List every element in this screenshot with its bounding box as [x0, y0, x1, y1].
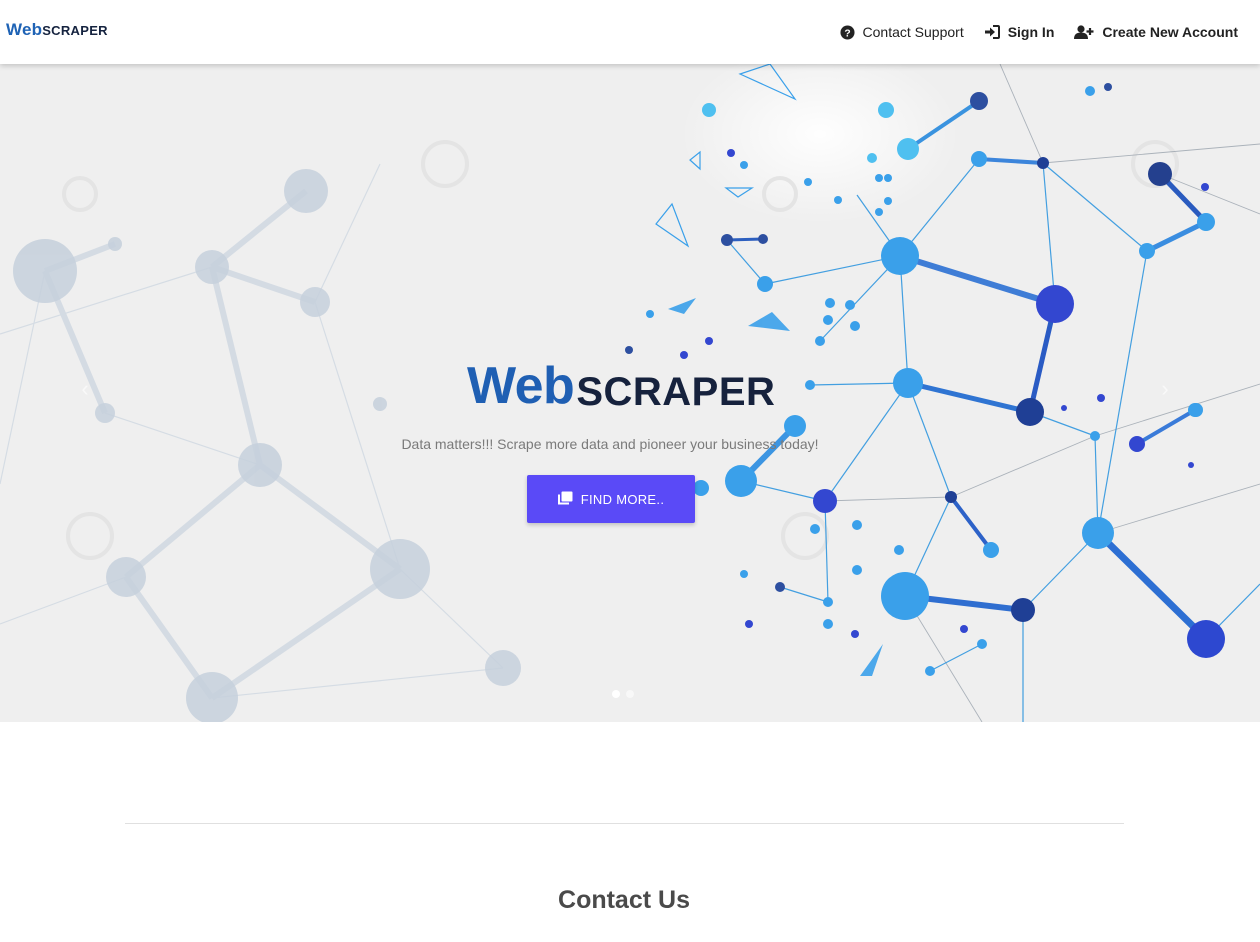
hero-tagline: Data matters!!! Scrape more data and pio…: [401, 436, 819, 452]
hero-logo: Web SCRAPER: [467, 354, 775, 415]
brand-logo[interactable]: Web SCRAPER: [6, 20, 108, 44]
carousel-indicator-2[interactable]: [626, 690, 634, 698]
carousel-indicator-1[interactable]: [612, 690, 620, 698]
section-divider: [125, 823, 1124, 824]
hero-logo-web: Web: [467, 357, 575, 415]
user-plus-icon: [1074, 24, 1094, 40]
top-navbar: Web SCRAPER ? Contact Support Sign In Cre…: [0, 0, 1260, 64]
contact-support-label: Contact Support: [862, 24, 964, 40]
hero-logo-scraper: SCRAPER: [576, 370, 776, 414]
chevron-left-icon: ‹: [81, 376, 89, 401]
find-more-label: FIND MORE..: [580, 491, 665, 507]
sign-in-label: Sign In: [1007, 24, 1055, 40]
brand-logo-web: Web: [6, 20, 43, 39]
sign-in-link[interactable]: Sign In: [984, 24, 1055, 40]
create-account-label: Create New Account: [1102, 24, 1238, 40]
svg-text:?: ?: [844, 28, 850, 39]
find-more-button[interactable]: FIND MORE..: [527, 475, 695, 523]
create-account-link[interactable]: Create New Account: [1074, 24, 1238, 40]
brand-logo-scraper: SCRAPER: [42, 23, 108, 38]
nav-links: ? Contact Support Sign In Create New Acc…: [840, 0, 1238, 64]
chevron-right-icon: ›: [1161, 376, 1169, 401]
clone-icon: [557, 491, 573, 508]
question-circle-icon: ?: [840, 24, 855, 40]
carousel-next-button[interactable]: ›: [1150, 374, 1180, 404]
sign-in-icon: [984, 25, 1000, 39]
contact-support-link[interactable]: ? Contact Support: [840, 24, 964, 40]
carousel-prev-button[interactable]: ‹: [70, 374, 100, 404]
contact-section-title: Contact Us: [558, 886, 690, 914]
hero-carousel: ‹ › Web SCRAPER Data matters!!! Scrape mo…: [0, 64, 1260, 722]
carousel-indicators: [612, 690, 634, 698]
